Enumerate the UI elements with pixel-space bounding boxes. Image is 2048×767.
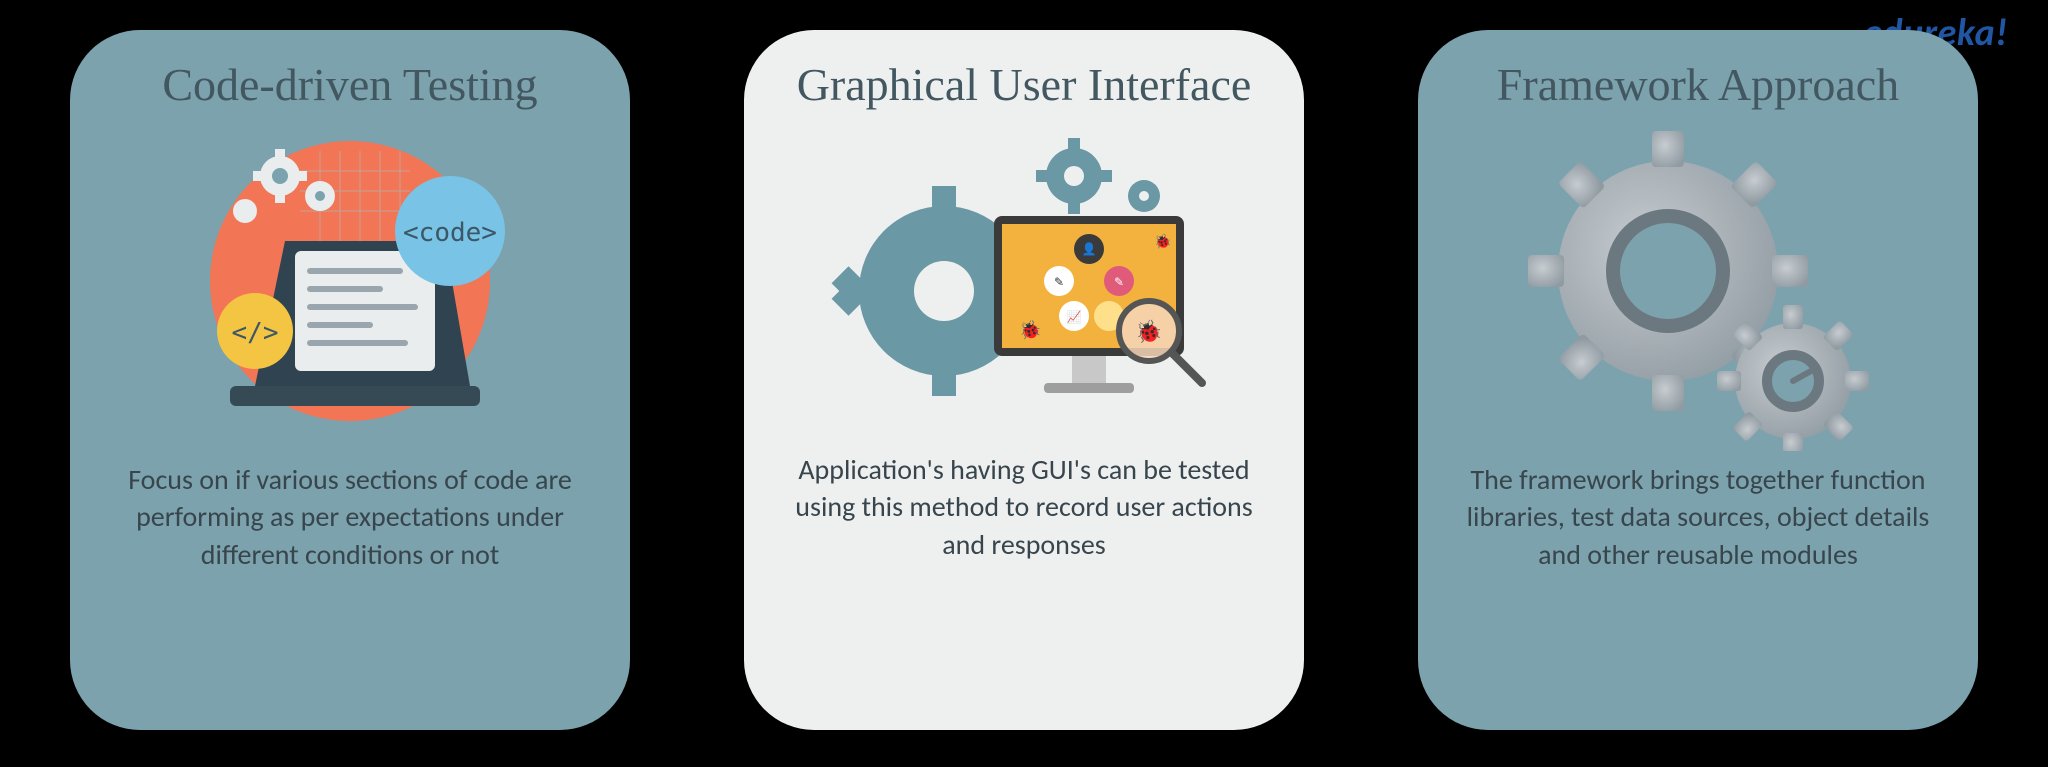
svg-text:🐞: 🐞 bbox=[1019, 319, 1041, 341]
card-title: Code-driven Testing bbox=[162, 60, 537, 111]
svg-text:<code>: <code> bbox=[403, 218, 497, 248]
svg-text:👤: 👤 bbox=[1082, 242, 1097, 257]
cards-row: Code-driven Testing bbox=[70, 30, 1978, 730]
svg-text:🐞: 🐞 bbox=[1154, 233, 1171, 250]
card-gui: Graphical User Interface bbox=[744, 30, 1304, 730]
svg-text:✎: ✎ bbox=[1114, 276, 1124, 290]
svg-text:🐞: 🐞 bbox=[1135, 318, 1162, 345]
card-desc: Application's having GUI's can be tested… bbox=[790, 451, 1258, 564]
card-code-driven: Code-driven Testing bbox=[70, 30, 630, 730]
laptop-code-icon: <code> </> bbox=[170, 121, 530, 451]
card-desc: Focus on if various sections of code are… bbox=[116, 461, 584, 574]
svg-text:📈: 📈 bbox=[1067, 310, 1082, 325]
gears-icon bbox=[1508, 121, 1888, 451]
card-framework: Framework Approach bbox=[1418, 30, 1978, 730]
svg-text:✎: ✎ bbox=[1054, 276, 1064, 290]
card-title: Graphical User Interface bbox=[797, 60, 1252, 111]
card-desc: The framework brings together function l… bbox=[1464, 461, 1932, 574]
monitor-gear-icon: 👤 ✎ ✎ 📈 🐞 🐞 🐞 bbox=[824, 121, 1224, 441]
svg-text:</>: </> bbox=[232, 318, 279, 348]
card-title: Framework Approach bbox=[1497, 60, 1899, 111]
